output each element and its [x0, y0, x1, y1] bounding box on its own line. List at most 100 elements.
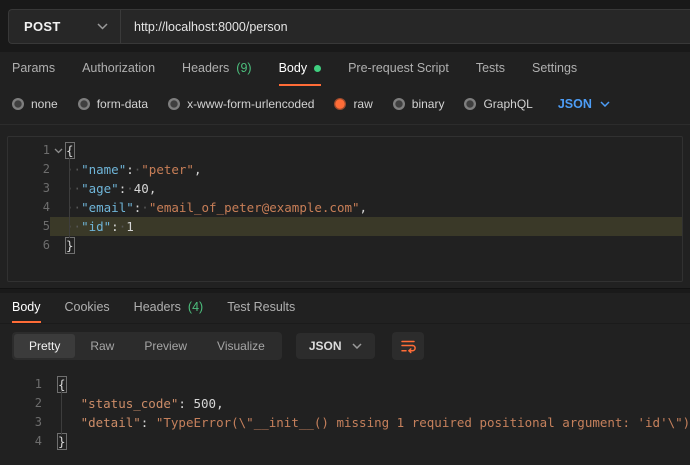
tab-params[interactable]: Params: [12, 52, 55, 86]
code-line[interactable]: 6}: [8, 236, 682, 255]
request-body-editor[interactable]: 1{2··"name":·"peter",3··"age":·40,4··"em…: [7, 136, 683, 282]
line-number: 2: [8, 160, 50, 179]
tab-pre-request-script[interactable]: Pre-request Script: [348, 52, 449, 86]
raw-language-select[interactable]: JSON: [558, 97, 610, 111]
request-code-lines: 1{2··"name":·"peter",3··"age":·40,4··"em…: [8, 141, 682, 255]
radio-label: none: [31, 97, 58, 111]
radio-label: GraphQL: [483, 97, 532, 111]
radio-none[interactable]: none: [12, 97, 58, 111]
tab-authorization[interactable]: Authorization: [82, 52, 155, 86]
line-number: 3: [0, 413, 42, 432]
radio-binary[interactable]: binary: [393, 97, 445, 111]
method-select[interactable]: POST: [9, 10, 121, 43]
line-number: 2: [0, 394, 42, 413]
green-dot-icon: [314, 65, 321, 72]
radio-circle-icon: [78, 98, 90, 110]
code-line[interactable]: 2··"name":·"peter",: [8, 160, 682, 179]
url-input[interactable]: http://localhost:8000/person: [121, 10, 690, 43]
view-visualize-button[interactable]: Visualize: [202, 334, 280, 358]
url-text: http://localhost:8000/person: [134, 20, 288, 34]
fold-gutter: [50, 160, 66, 179]
radio-circle-icon: [464, 98, 476, 110]
view-preview-button[interactable]: Preview: [129, 334, 202, 358]
line-number: 1: [8, 141, 50, 160]
line-number: 1: [0, 375, 42, 394]
radio-circle-icon: [168, 98, 180, 110]
request-url-bar: POST http://localhost:8000/person: [0, 0, 690, 52]
chevron-down-icon: [97, 23, 108, 30]
code-text: ··"email":·"email_of_peter@example.com",: [66, 198, 682, 217]
response-tab-cookies[interactable]: Cookies: [65, 293, 110, 323]
code-text: }: [66, 236, 682, 255]
code-line[interactable]: 5··"id":·1: [8, 217, 682, 236]
indent-guide: [61, 391, 62, 435]
tab-label: Authorization: [82, 61, 155, 75]
text-wrap-button[interactable]: [392, 332, 424, 360]
radio-circle-selected-icon: [334, 98, 346, 110]
radio-circle-icon: [12, 98, 24, 110]
fold-gutter: [42, 432, 58, 451]
fold-gutter: [42, 375, 58, 394]
response-body-viewer[interactable]: 1{2 "status_code": 500,3 "detail": "Type…: [0, 369, 690, 451]
tab-label: Body: [279, 61, 308, 75]
tab-label: Headers: [134, 300, 181, 314]
fold-gutter: [50, 217, 66, 236]
response-tab-headers[interactable]: Headers (4): [134, 293, 204, 323]
response-tab-body[interactable]: Body: [12, 293, 41, 323]
code-text: ··"id":·1: [66, 217, 682, 236]
tab-headers[interactable]: Headers (9): [182, 52, 252, 86]
view-raw-button[interactable]: Raw: [75, 334, 129, 358]
text-wrap-icon: [399, 337, 417, 355]
fold-gutter: [42, 394, 58, 413]
code-line[interactable]: 2 "status_code": 500,: [0, 394, 690, 413]
method-label: POST: [24, 19, 61, 34]
tab-label: Cookies: [65, 300, 110, 314]
response-format-select[interactable]: JSON: [296, 333, 375, 359]
indent-guide: [69, 158, 70, 238]
response-code-lines: 1{2 "status_code": 500,3 "detail": "Type…: [0, 375, 690, 451]
tab-label: Params: [12, 61, 55, 75]
raw-language-label: JSON: [558, 97, 592, 111]
tab-count: (9): [236, 61, 251, 75]
view-pretty-button[interactable]: Pretty: [14, 334, 75, 358]
tab-label: Tests: [476, 61, 505, 75]
tab-tests[interactable]: Tests: [476, 52, 505, 86]
radio-label: raw: [353, 97, 372, 111]
radio-x-www-form-urlencoded[interactable]: x-www-form-urlencoded: [168, 97, 314, 111]
radio-form-data[interactable]: form-data: [78, 97, 148, 111]
request-tabs: Params Authorization Headers (9) Body Pr…: [0, 52, 690, 86]
radio-circle-icon: [393, 98, 405, 110]
code-text: {: [58, 375, 690, 394]
line-number: 4: [8, 198, 50, 217]
code-text: {: [66, 141, 682, 160]
response-view-switcher: Pretty Raw Preview Visualize: [12, 332, 282, 360]
code-line[interactable]: 3 ··"age":·40,: [8, 179, 682, 198]
line-number: 6: [8, 236, 50, 255]
response-toolbar: Pretty Raw Preview Visualize JSON: [0, 324, 690, 369]
radio-label: binary: [412, 97, 445, 111]
code-line[interactable]: 4 ··"email":·"email_of_peter@example.com"…: [8, 198, 682, 217]
code-line[interactable]: 4}: [0, 432, 690, 451]
chevron-down-icon: [600, 101, 610, 107]
radio-label: x-www-form-urlencoded: [187, 97, 314, 111]
code-text: ··"age":·40,: [66, 179, 682, 198]
code-line[interactable]: 1{: [8, 141, 682, 160]
rest-client-window: { "request_bar": { "method": "POST", "ur…: [0, 0, 690, 465]
code-line[interactable]: 3 "detail": "TypeError(\"__init__() miss…: [0, 413, 690, 432]
line-number: 4: [0, 432, 42, 451]
tab-label: Test Results: [227, 300, 295, 314]
radio-label: form-data: [97, 97, 148, 111]
chevron-down-icon: [352, 343, 362, 349]
response-tab-test-results[interactable]: Test Results: [227, 293, 295, 323]
fold-gutter: [50, 179, 66, 198]
fold-chevron-icon[interactable]: [50, 141, 66, 160]
line-number: 3: [8, 179, 50, 198]
fold-gutter: [50, 198, 66, 217]
radio-raw[interactable]: raw: [334, 97, 372, 111]
tab-settings[interactable]: Settings: [532, 52, 577, 86]
fold-gutter: [50, 236, 66, 255]
tab-body[interactable]: Body: [279, 52, 322, 86]
divider: [0, 124, 690, 125]
radio-graphql[interactable]: GraphQL: [464, 97, 532, 111]
code-line[interactable]: 1{: [0, 375, 690, 394]
